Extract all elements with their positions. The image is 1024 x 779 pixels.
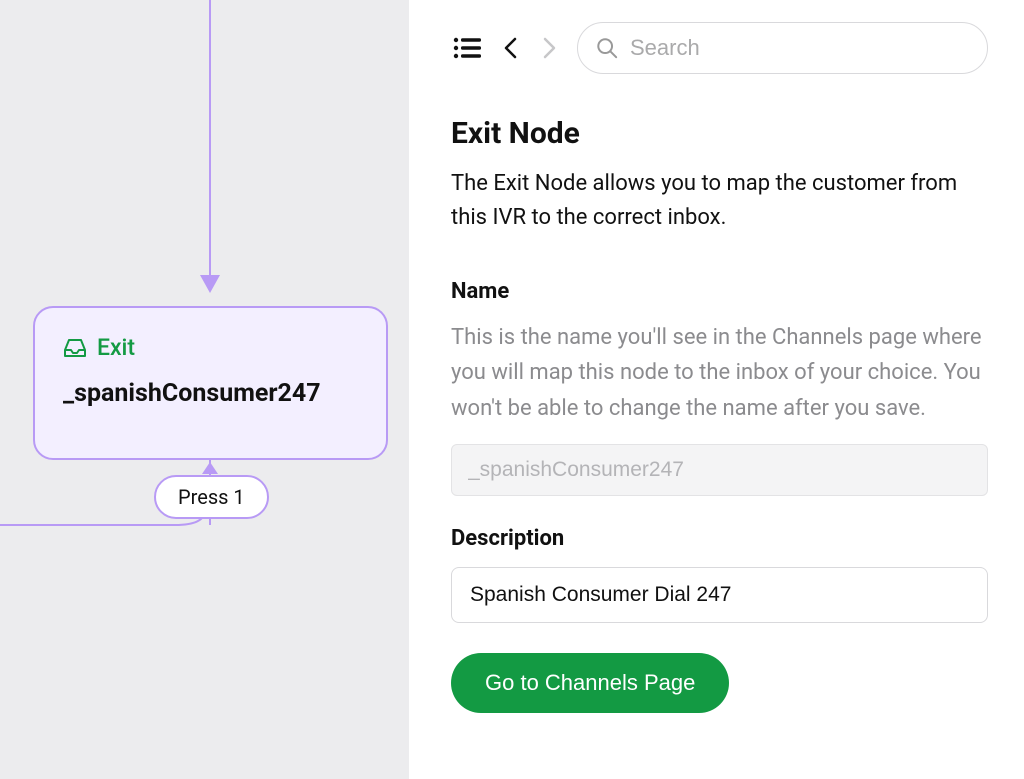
press-badge[interactable]: Press 1 <box>154 475 269 519</box>
exit-node-card[interactable]: Exit _spanishConsumer247 <box>33 306 388 460</box>
list-button[interactable] <box>451 34 483 62</box>
node-type-label: Exit <box>97 334 135 361</box>
search-field[interactable] <box>577 22 988 74</box>
name-label: Name <box>451 279 988 304</box>
search-icon <box>596 37 618 59</box>
go-to-channels-button[interactable]: Go to Channels Page <box>451 653 729 713</box>
chevron-right-icon <box>541 37 557 59</box>
panel-description: The Exit Node allows you to map the cust… <box>451 167 988 235</box>
description-input[interactable] <box>451 567 988 623</box>
list-icon <box>453 36 481 60</box>
inbox-icon <box>63 338 87 358</box>
arrow-down-icon <box>200 275 220 293</box>
connector-line-top <box>209 0 211 290</box>
arrow-up-icon <box>202 462 218 474</box>
node-header: Exit <box>63 334 358 361</box>
node-name: _spanishConsumer247 <box>63 379 358 408</box>
panel-title: Exit Node <box>451 116 988 151</box>
forward-button <box>539 35 559 61</box>
chevron-left-icon <box>503 37 519 59</box>
name-help-text: This is the name you'll see in the Chann… <box>451 320 988 426</box>
side-panel: Exit Node The Exit Node allows you to ma… <box>409 0 1024 779</box>
description-label: Description <box>451 526 988 551</box>
search-input[interactable] <box>630 35 969 61</box>
name-input <box>451 444 988 496</box>
panel-toolbar <box>451 22 988 74</box>
flow-canvas[interactable]: Exit _spanishConsumer247 Press 1 <box>0 0 409 779</box>
back-button[interactable] <box>501 35 521 61</box>
